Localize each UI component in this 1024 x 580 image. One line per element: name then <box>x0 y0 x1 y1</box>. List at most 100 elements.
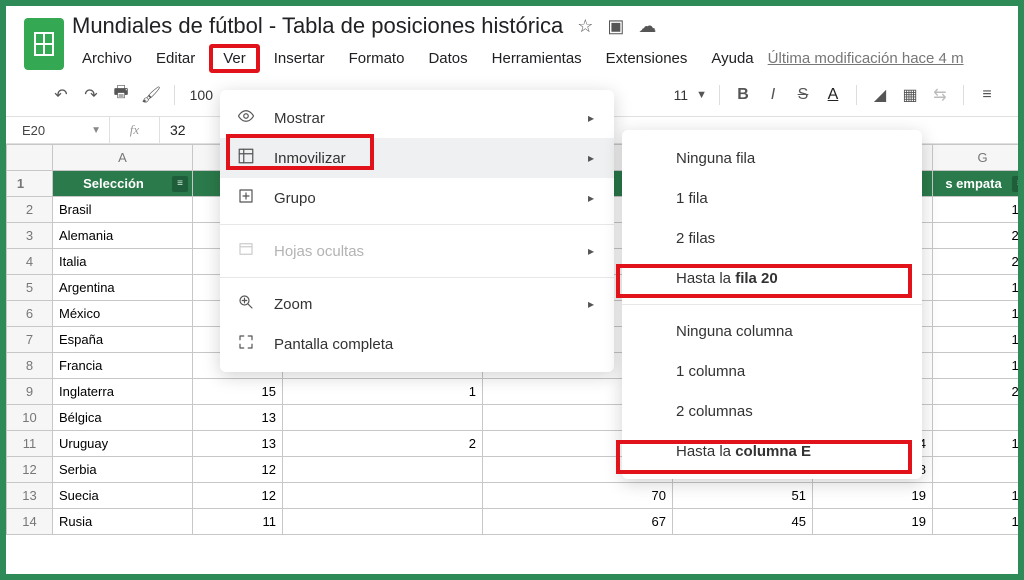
cell[interactable]: Serbia <box>53 457 193 483</box>
col-header-A[interactable]: A <box>53 145 193 171</box>
star-icon[interactable]: ☆ <box>577 16 593 37</box>
cell[interactable]: 20 <box>933 223 1019 249</box>
row-header[interactable]: 13 <box>7 483 53 509</box>
cell[interactable]: 11 <box>193 509 283 535</box>
cell[interactable]: 15 <box>933 327 1019 353</box>
filter-icon[interactable]: ≡ <box>172 176 188 192</box>
row-header[interactable]: 8 <box>7 353 53 379</box>
filter-icon[interactable]: ≡ <box>1012 176 1018 192</box>
menu-herramientas[interactable]: Herramientas <box>482 46 592 71</box>
cell[interactable]: España <box>53 327 193 353</box>
cell[interactable]: 51 <box>673 483 813 509</box>
freeze-ninguna-fila[interactable]: Ninguna fila <box>622 138 922 178</box>
cell[interactable]: 19 <box>813 509 933 535</box>
cell[interactable]: 10 <box>933 509 1019 535</box>
cell[interactable]: 2 <box>283 431 483 457</box>
freeze-1-fila[interactable]: 1 fila <box>622 178 922 218</box>
cell[interactable] <box>283 509 483 535</box>
cell[interactable] <box>283 405 483 431</box>
menu-datos[interactable]: Datos <box>418 46 477 71</box>
doc-title[interactable]: Mundiales de fútbol - Tabla de posicione… <box>72 13 563 39</box>
revision-link[interactable]: Última modificación hace 4 m <box>768 50 964 67</box>
align-icon[interactable]: ≡ <box>976 86 998 104</box>
cell[interactable]: 1 <box>283 379 483 405</box>
borders-icon[interactable]: ▦ <box>899 85 921 105</box>
cell[interactable]: 70 <box>483 483 673 509</box>
menu-item-zoom[interactable]: Zoom ▸ <box>220 284 614 324</box>
move-icon[interactable]: ▣ <box>607 16 624 37</box>
freeze-2-col[interactable]: 2 columnas <box>622 391 922 431</box>
row-header[interactable]: 10 <box>7 405 53 431</box>
strike-button[interactable]: S <box>792 86 814 104</box>
cell[interactable]: 9 <box>933 405 1019 431</box>
cell[interactable]: Argentina <box>53 275 193 301</box>
cloud-icon[interactable]: ☁ <box>638 16 656 37</box>
cell[interactable]: 21 <box>933 249 1019 275</box>
paint-format-icon[interactable]: 🖌 <box>140 85 162 105</box>
menu-ver[interactable]: Ver <box>209 44 260 73</box>
freeze-2-filas[interactable]: 2 filas <box>622 218 922 258</box>
row-header[interactable]: 6 <box>7 301 53 327</box>
menu-formato[interactable]: Formato <box>339 46 415 71</box>
menu-insertar[interactable]: Insertar <box>264 46 335 71</box>
row-header[interactable]: 7 <box>7 327 53 353</box>
cell[interactable]: 8 <box>933 457 1019 483</box>
cell[interactable]: Bélgica <box>53 405 193 431</box>
cell[interactable]: Brasil <box>53 197 193 223</box>
cell[interactable]: 12 <box>193 457 283 483</box>
menu-item-inmovilizar[interactable]: Inmovilizar ▸ <box>220 138 614 178</box>
freeze-hasta-col[interactable]: Hasta la columna E <box>622 431 922 471</box>
row-header[interactable]: 12 <box>7 457 53 483</box>
row-header[interactable]: 3 <box>7 223 53 249</box>
col-header-G[interactable]: G <box>933 145 1019 171</box>
bold-button[interactable]: B <box>732 86 754 104</box>
cell[interactable]: Rusia <box>53 509 193 535</box>
cell[interactable]: 12 <box>193 483 283 509</box>
cell[interactable]: 45 <box>673 509 813 535</box>
menu-item-grupo[interactable]: Grupo ▸ <box>220 178 614 218</box>
zoom-value[interactable]: 100 <box>187 87 213 103</box>
row-header[interactable]: 11 <box>7 431 53 457</box>
cell[interactable] <box>283 483 483 509</box>
select-all-corner[interactable] <box>7 145 53 171</box>
row-header[interactable]: 2 <box>7 197 53 223</box>
cell[interactable]: Francia <box>53 353 193 379</box>
cell[interactable]: 14 <box>933 301 1019 327</box>
row-header[interactable]: 1 <box>7 171 53 197</box>
redo-icon[interactable]: ↷ <box>80 85 102 105</box>
text-color-button[interactable]: A <box>822 86 844 104</box>
cell[interactable]: México <box>53 301 193 327</box>
freeze-ninguna-col[interactable]: Ninguna columna <box>622 311 922 351</box>
undo-icon[interactable]: ↶ <box>50 85 72 105</box>
cell[interactable]: Alemania <box>53 223 193 249</box>
row-header[interactable]: 4 <box>7 249 53 275</box>
menu-item-mostrar[interactable]: Mostrar ▸ <box>220 98 614 138</box>
menu-ayuda[interactable]: Ayuda <box>701 46 763 71</box>
cell[interactable]: Suecia <box>53 483 193 509</box>
cell[interactable]: 12 <box>933 431 1019 457</box>
fill-color-icon[interactable]: ◢ <box>869 85 891 105</box>
cell[interactable]: 15 <box>933 275 1019 301</box>
cell[interactable]: 13 <box>193 431 283 457</box>
cell[interactable]: Italia <box>53 249 193 275</box>
cell[interactable]: 13 <box>933 483 1019 509</box>
cell[interactable]: s empata≡ <box>933 171 1019 197</box>
menu-item-pantalla-completa[interactable]: Pantalla completa <box>220 324 614 364</box>
cell[interactable] <box>283 457 483 483</box>
cell[interactable]: 13 <box>933 353 1019 379</box>
cell[interactable]: Uruguay <box>53 431 193 457</box>
cell[interactable]: 13 <box>193 405 283 431</box>
formula-value[interactable]: 32 <box>160 122 186 138</box>
cell[interactable]: 19 <box>813 483 933 509</box>
row-header[interactable]: 5 <box>7 275 53 301</box>
cell[interactable]: 18 <box>933 197 1019 223</box>
italic-button[interactable]: I <box>762 86 784 104</box>
chevron-down-icon[interactable]: ▼ <box>696 89 707 101</box>
cell[interactable]: Inglaterra <box>53 379 193 405</box>
row-header[interactable]: 14 <box>7 509 53 535</box>
print-icon[interactable]: 🖶 <box>110 81 132 108</box>
sheets-logo[interactable] <box>24 18 64 70</box>
freeze-hasta-fila[interactable]: Hasta la fila 20 <box>622 258 922 298</box>
menu-archivo[interactable]: Archivo <box>72 46 142 71</box>
font-size[interactable]: 11 <box>662 87 688 103</box>
